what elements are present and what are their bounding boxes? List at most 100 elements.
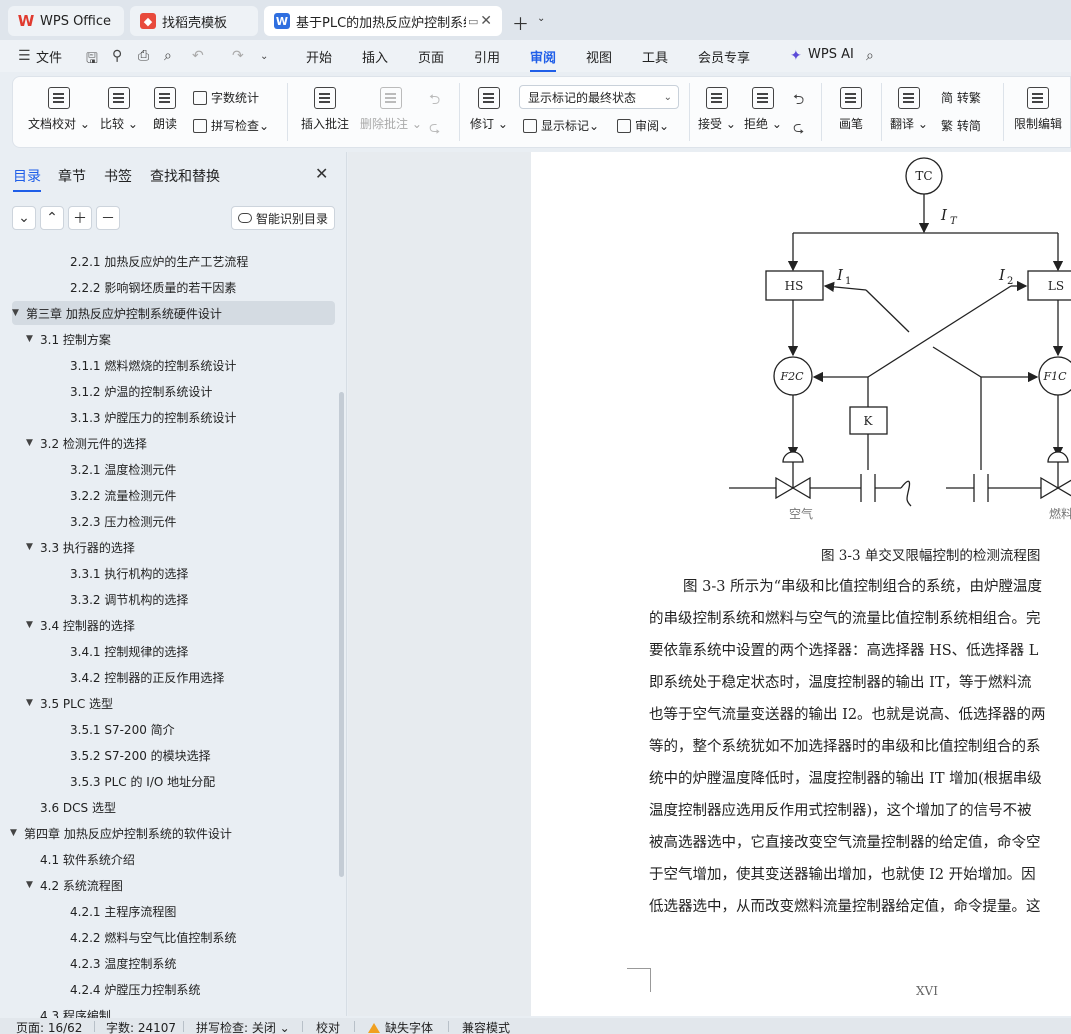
toc-item[interactable]: 3.4.1 控制规律的选择 [0,639,335,663]
tab-chapters[interactable]: 章节 [58,166,86,186]
toc-item[interactable]: 4.2.4 炉膛压力控制系统 [0,977,335,1001]
tab-toc[interactable]: 目录 [13,166,41,192]
expand-arrow-icon[interactable]: ▼ [26,542,40,552]
toc-item[interactable]: 2.2.1 加热反应炉的生产工艺流程 [0,249,335,273]
print-icon[interactable]: ⎙ [138,48,149,64]
expand-arrow-icon[interactable]: ▼ [26,880,40,890]
menu-file[interactable]: 文件 [36,47,62,66]
to-traditional-button[interactable]: 简 转繁 [941,89,981,106]
smart-toc-button[interactable]: 智能识别目录 [231,206,335,230]
reject-button[interactable]: 拒绝 ⌄ [743,87,783,132]
add-heading-button[interactable]: ＋ [68,206,92,230]
menu-member[interactable]: 会员专享 [698,47,750,66]
toc-item[interactable]: ▼ 第三章 加热反应炉控制系统硬件设计 [12,301,335,325]
proofread-status[interactable]: 校对 [316,1019,340,1034]
menu-references[interactable]: 引用 [474,47,500,66]
expand-down-button[interactable]: ⌄ [12,206,36,230]
page-indicator[interactable]: 页面: 16/62 [16,1019,82,1034]
menu-wps-ai[interactable]: WPS AI [808,47,854,62]
tab-document[interactable]: W 基于PLC的加热反应炉控制系统 ▭ ✕ [264,6,502,36]
to-simplified-button[interactable]: 繁 转简 [941,117,981,134]
track-changes-button[interactable]: 修订 ⌄ [469,87,509,132]
toc-item[interactable]: 4.1 软件系统介绍 [0,847,335,871]
menu-home[interactable]: 开始 [306,47,332,66]
toc-item[interactable]: 3.2.2 流量检测元件 [0,483,335,507]
expand-arrow-icon[interactable]: ▼ [26,698,40,708]
tab-template-store[interactable]: ◆ 找稻壳模板 [130,6,258,36]
expand-arrow-icon[interactable]: ▼ [12,308,26,318]
toc-item[interactable]: 3.1.1 燃料燃烧的控制系统设计 [0,353,335,377]
toc-item[interactable]: 2.2.2 影响钢坯质量的若干因素 [0,275,335,299]
prev-comment-icon[interactable]: ⮌ [429,89,440,113]
print-preview-icon[interactable]: ⌕ [164,48,172,64]
toc-item[interactable]: 3.1.2 炉温的控制系统设计 [0,379,335,403]
quick-access-more-icon[interactable]: ⌄ [260,51,268,62]
translate-button[interactable]: 翻译 ⌄ [889,87,929,132]
prev-change-icon[interactable]: ⮌ [793,89,804,113]
window-preview-icon[interactable]: ▭ [468,15,478,28]
tab-find-replace[interactable]: 查找和替换 [150,166,220,186]
expand-arrow-icon[interactable]: ▼ [26,620,40,630]
next-comment-icon[interactable]: ⮎ [429,117,440,141]
expand-arrow-icon[interactable]: ▼ [26,438,40,448]
tab-bookmarks[interactable]: 书签 [104,166,132,186]
chevron-down-icon[interactable]: ⌄ [537,13,545,24]
accept-button[interactable]: 接受 ⌄ [697,87,737,132]
remove-heading-button[interactable]: － [96,206,120,230]
share-link-icon[interactable]: ⚲ [112,48,122,64]
compare-button[interactable]: 比较 ⌄ [97,87,141,132]
toc-item[interactable]: 3.5.3 PLC 的 I/O 地址分配 [0,769,335,793]
toc-item[interactable]: 3.2.1 温度检测元件 [0,457,335,481]
toc-item[interactable]: ▼ 4.2 系统流程图 [0,873,335,897]
wps-ai-icon[interactable]: ✦ [790,48,802,64]
undo-icon[interactable]: ↶ [192,48,204,64]
toc-item[interactable]: 4.2.2 燃料与空气比值控制系统 [0,925,335,949]
insert-comment-button[interactable]: 插入批注 [297,87,353,132]
scrollbar[interactable] [339,392,344,877]
word-count-indicator[interactable]: 字数: 24107 [106,1019,176,1034]
collapse-up-button[interactable]: ⌃ [40,206,64,230]
toc-item[interactable]: 3.3.2 调节机构的选择 [0,587,335,611]
close-tab-icon[interactable]: ✕ [480,13,492,29]
review-pane-button[interactable]: 审阅 ⌄ [617,117,669,134]
close-pane-icon[interactable]: ✕ [315,164,328,183]
missing-font-status[interactable]: 缺失字体 [368,1019,433,1034]
toc-item[interactable]: 3.4.2 控制器的正反作用选择 [0,665,335,689]
toc-item[interactable]: ▼ 第四章 加热反应炉控制系统的软件设计 [0,821,335,845]
next-change-icon[interactable]: ⮎ [793,117,804,141]
save-icon[interactable]: 🖫 [86,48,98,72]
menu-insert[interactable]: 插入 [362,47,388,66]
toc-item[interactable]: ▼ 3.2 检测元件的选择 [0,431,335,455]
toc-item[interactable]: ▼ 3.1 控制方案 [0,327,335,351]
toc-item[interactable]: 3.6 DCS 选型 [0,795,335,819]
document-page[interactable]: TC I T HS LS I 1 I 2 F2C F1C K 空气 燃料 图 3… [531,152,1071,1016]
spell-check-button[interactable]: 拼写检查 ⌄ [193,117,269,134]
tab-wps-office[interactable]: W WPS Office [8,6,124,36]
hamburger-menu-icon[interactable]: ☰ [18,48,31,64]
menu-review[interactable]: 审阅 [530,47,557,72]
search-icon[interactable]: ⌕ [866,48,874,64]
read-aloud-button[interactable]: 朗读 [147,87,183,132]
menu-page[interactable]: 页面 [418,47,444,66]
toc-item[interactable]: ▼ 3.3 执行器的选择 [0,535,335,559]
pen-button[interactable]: 画笔 [831,87,871,132]
doc-check-button[interactable]: 文档校对 ⌄ [27,87,91,132]
toc-item[interactable]: ▼ 3.5 PLC 选型 [0,691,335,715]
toc-item[interactable]: 3.3.1 执行机构的选择 [0,561,335,585]
word-count-button[interactable]: 字数统计 [193,89,259,106]
menu-view[interactable]: 视图 [586,47,612,66]
toc-item[interactable]: 3.5.2 S7-200 的模块选择 [0,743,335,767]
delete-comment-button[interactable]: 删除批注 ⌄ [359,87,423,132]
menu-tools[interactable]: 工具 [642,47,668,66]
toc-item[interactable]: 4.2.1 主程序流程图 [0,899,335,923]
toc-item[interactable]: 4.2.3 温度控制系统 [0,951,335,975]
toc-item[interactable]: 3.1.3 炉膛压力的控制系统设计 [0,405,335,429]
expand-arrow-icon[interactable]: ▼ [10,828,24,838]
toc-item[interactable]: ▼ 3.4 控制器的选择 [0,613,335,637]
toc-item[interactable]: 3.5.1 S7-200 简介 [0,717,335,741]
redo-icon[interactable]: ↷ [232,48,244,64]
restrict-edit-button[interactable]: 限制编辑 [1011,87,1065,132]
expand-arrow-icon[interactable]: ▼ [26,334,40,344]
markup-state-select[interactable]: 显示标记的最终状态 ⌄ [519,85,679,109]
new-tab-button[interactable]: ＋ [512,10,529,35]
